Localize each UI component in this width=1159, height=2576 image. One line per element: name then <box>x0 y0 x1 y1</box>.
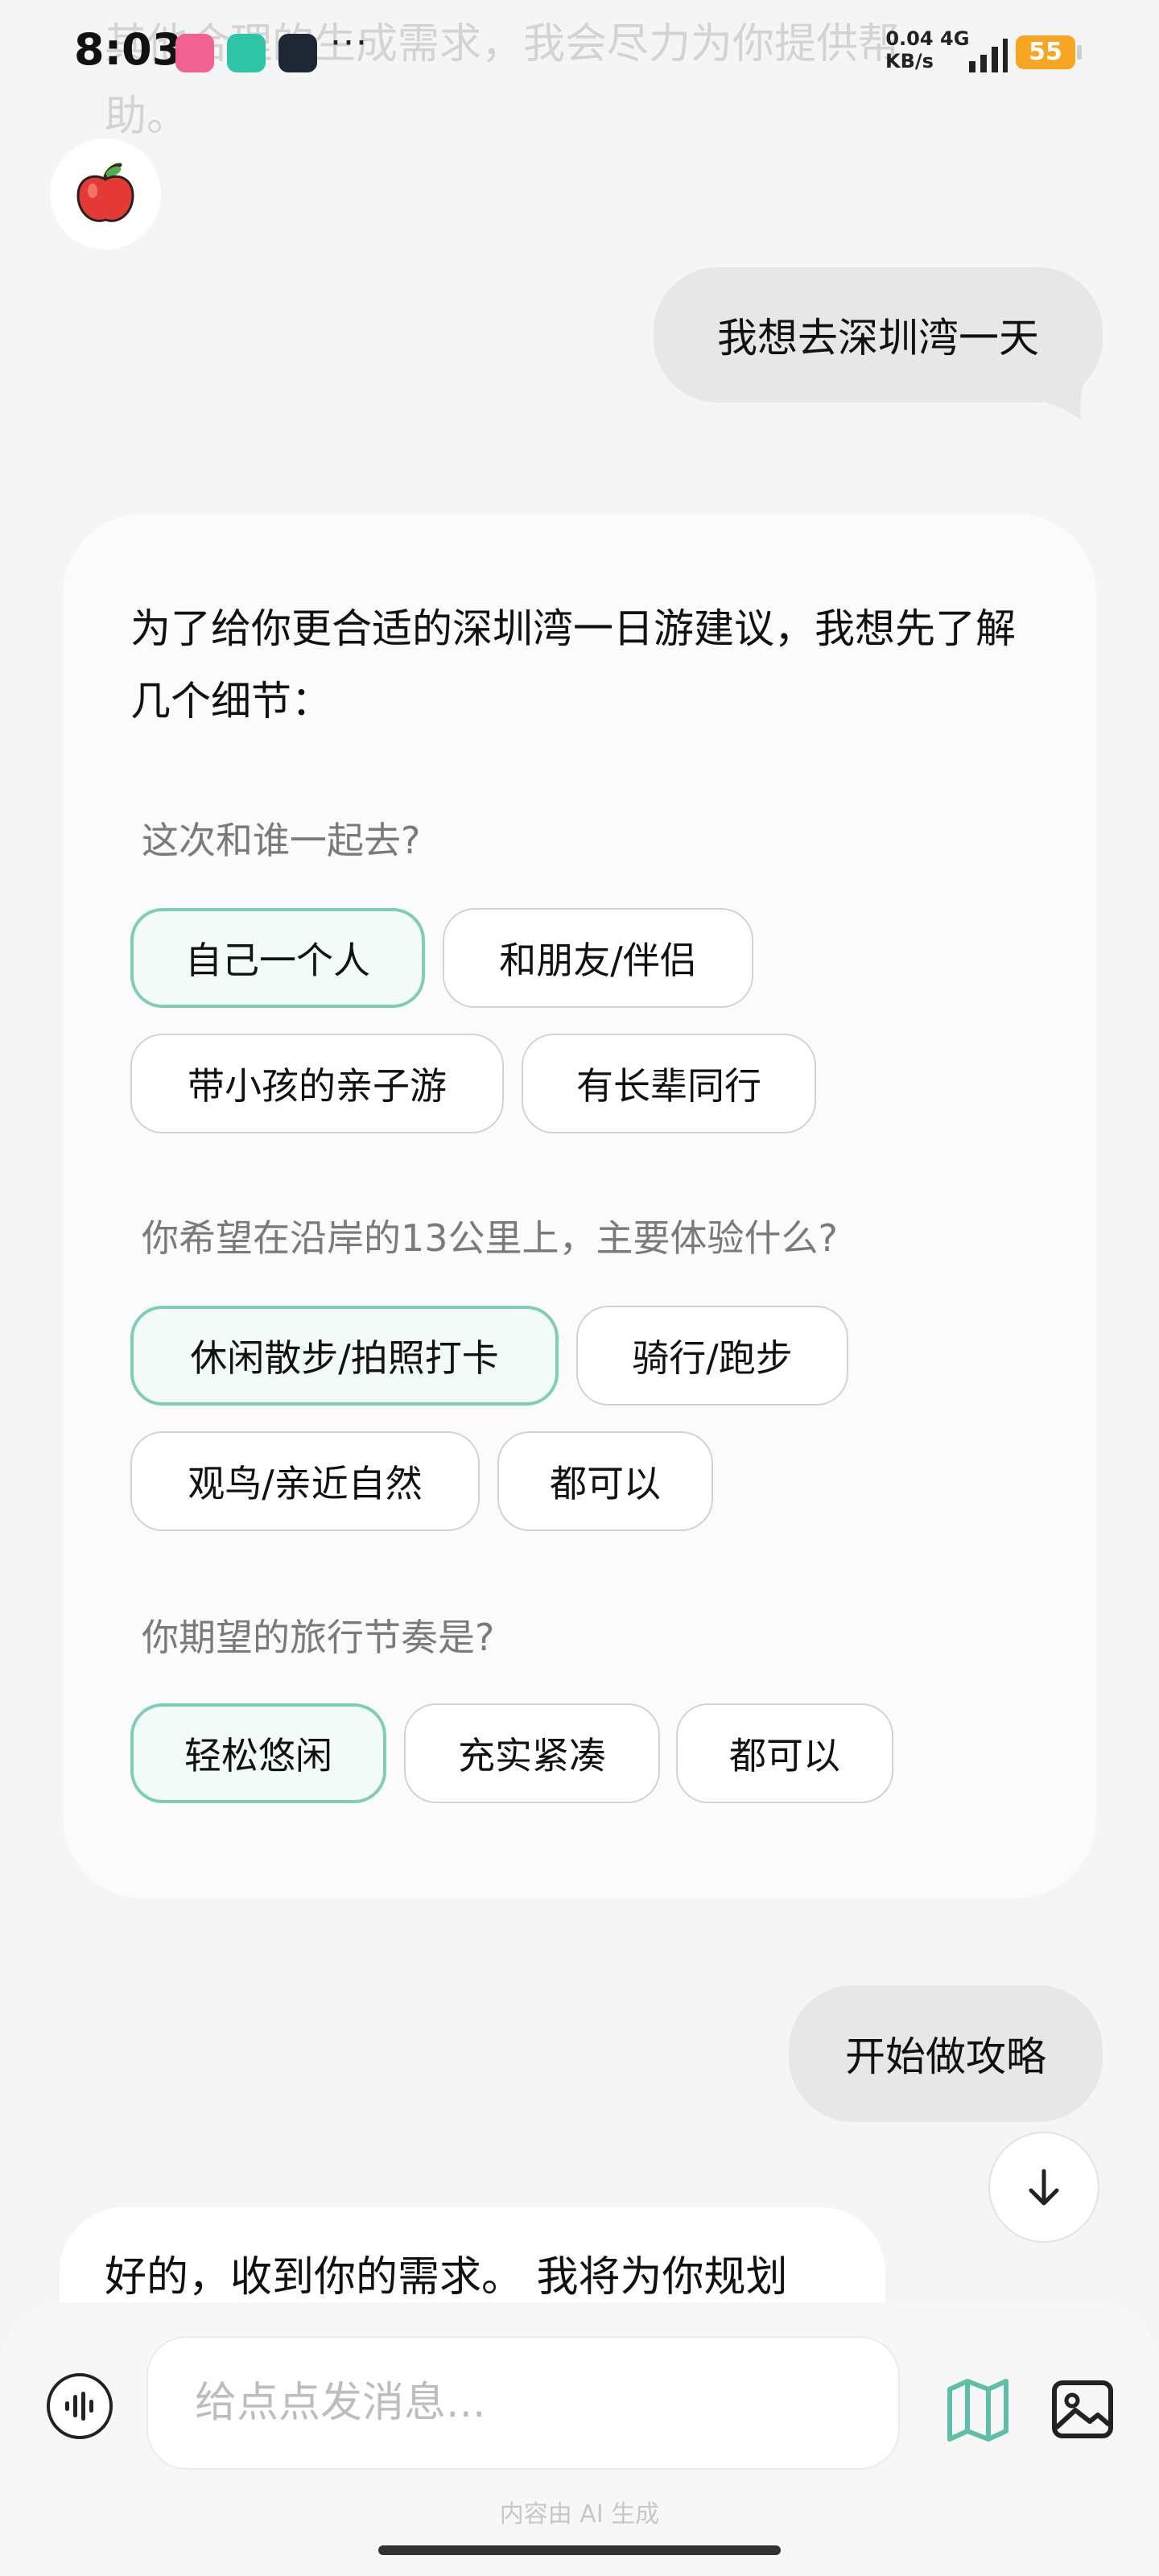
assistant-reply-text: 好的，收到你的需求。 我将为你规划 <box>105 2253 788 2301</box>
arrow-down-icon <box>1029 2169 1059 2206</box>
scroll-to-bottom-button[interactable] <box>988 2132 1099 2243</box>
image-icon[interactable] <box>1048 2375 1117 2444</box>
option-label: 都可以 <box>729 1734 840 1777</box>
option-with-elders[interactable]: 有长辈同行 <box>522 1034 816 1133</box>
bilibili-app-icon <box>175 34 214 72</box>
option-label: 充实紧凑 <box>458 1734 606 1777</box>
option-with-kids[interactable]: 带小孩的亲子游 <box>130 1034 504 1133</box>
option-any-pace[interactable]: 都可以 <box>676 1703 893 1803</box>
assistant-avatar[interactable] <box>50 138 161 250</box>
voice-input-button[interactable] <box>47 2373 113 2439</box>
option-label: 和朋友/伴侣 <box>499 939 697 982</box>
option-label: 自己一个人 <box>185 939 370 982</box>
option-alone[interactable]: 自己一个人 <box>130 908 425 1008</box>
network-speed-unit: KB/s <box>885 50 934 72</box>
option-label: 带小孩的亲子游 <box>188 1064 447 1108</box>
option-stroll-photo[interactable]: 休闲散步/拍照打卡 <box>130 1306 559 1406</box>
question-3-label: 你期望的旅行节奏是? <box>142 1616 495 1659</box>
network-speed-value: 0.04 <box>885 27 934 50</box>
assistant-intro-text: 为了给你更合适的深圳湾一日游建议，我想先了解几个细节： <box>130 605 1016 724</box>
status-bar: 8:03 ··· 0.04 KB/s 4G 55 <box>0 0 1159 105</box>
ai-disclaimer: 内容由 AI 生成 <box>499 2500 660 2529</box>
option-label: 观鸟/亲近自然 <box>188 1462 423 1505</box>
option-any-experience[interactable]: 都可以 <box>497 1431 713 1531</box>
user-message-bubble: 开始做攻略 <box>789 1985 1103 2122</box>
signal-icon <box>969 39 1008 72</box>
notification-app-icon <box>278 34 317 72</box>
status-time: 8:03 <box>74 24 183 75</box>
home-indicator[interactable] <box>378 2545 781 2555</box>
option-label: 有长辈同行 <box>576 1064 761 1108</box>
option-relaxed[interactable]: 轻松悠闲 <box>130 1703 386 1803</box>
option-cycle-run[interactable]: 骑行/跑步 <box>576 1306 848 1406</box>
voice-wave-icon <box>65 2392 93 2421</box>
battery-tip <box>1077 45 1082 60</box>
message-input[interactable] <box>146 2336 900 2470</box>
option-label: 轻松悠闲 <box>184 1734 332 1777</box>
option-packed[interactable]: 充实紧凑 <box>404 1703 660 1803</box>
option-label: 都可以 <box>550 1462 661 1505</box>
option-label: 骑行/跑步 <box>632 1336 793 1380</box>
option-birdwatch-nature[interactable]: 观鸟/亲近自然 <box>130 1431 480 1531</box>
option-label: 休闲散步/拍照打卡 <box>190 1336 499 1380</box>
question-1-label: 这次和谁一起去? <box>142 819 421 862</box>
map-icon[interactable] <box>943 2375 1013 2444</box>
user-message-bubble: 我想去深圳湾一天 <box>654 267 1103 402</box>
question-2-label: 你希望在沿岸的13公里上，主要体验什么? <box>142 1216 838 1260</box>
user-message-text: 开始做攻略 <box>845 2033 1046 2080</box>
bubble-tail <box>1046 383 1083 420</box>
option-friends-partner[interactable]: 和朋友/伴侣 <box>443 908 753 1008</box>
apple-icon <box>76 163 134 222</box>
network-speed: 0.04 KB/s <box>885 27 934 72</box>
hotspot-app-icon <box>227 34 266 72</box>
more-notifications-icon: ··· <box>330 23 369 64</box>
user-message-text: 我想去深圳湾一天 <box>717 315 1039 361</box>
battery-icon: 55 <box>1016 35 1075 69</box>
clarify-card: 为了给你更合适的深圳湾一日游建议，我想先了解几个细节： 这次和谁一起去? 自己一… <box>63 514 1096 1898</box>
